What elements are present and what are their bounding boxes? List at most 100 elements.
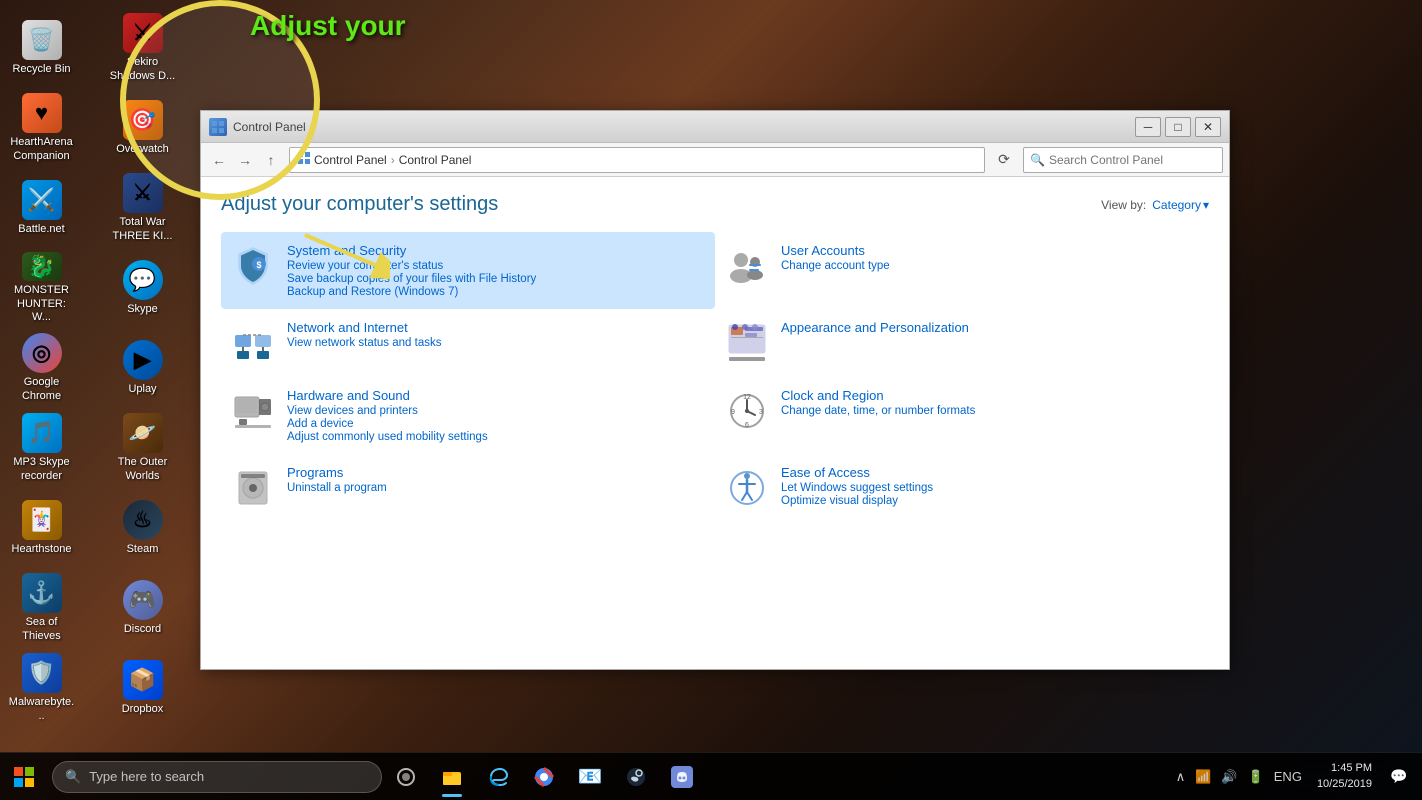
category-system-security[interactable]: $ System and Security Review your comput…	[221, 232, 715, 309]
category-ease-of-access[interactable]: Ease of Access Let Windows suggest setti…	[715, 454, 1209, 522]
cp-title-icon	[209, 118, 227, 136]
maximize-button[interactable]: □	[1165, 117, 1191, 137]
close-button[interactable]: ✕	[1195, 117, 1221, 137]
search-input[interactable]	[1049, 153, 1216, 167]
taskbar-clock[interactable]: 1:45 PM 10/25/2019	[1309, 761, 1380, 792]
network-icon	[229, 319, 277, 367]
back-button[interactable]: ←	[207, 148, 231, 172]
control-panel-window: Control Panel ─ □ ✕ ← → ↑	[200, 110, 1230, 670]
desktop-icon-mp3skype[interactable]: 🎵 MP3 Skype recorder	[4, 408, 79, 488]
desktop-icon-chrome[interactable]: ◎ Google Chrome	[4, 328, 79, 408]
annotation-text: Adjust your	[250, 10, 406, 42]
network-link-1[interactable]: View network status and tasks	[287, 337, 707, 349]
refresh-button[interactable]: ⟳	[991, 147, 1017, 173]
desktop-icon-sekiro[interactable]: ⚔ Sekiro Shadows D...	[105, 8, 180, 88]
volume-icon[interactable]: 🔊	[1218, 769, 1240, 785]
hardware-sound-title[interactable]: Hardware and Sound	[287, 388, 410, 403]
chrome-icon: ◎	[22, 333, 62, 373]
desktop-icon-sea-of-thieves[interactable]: ⚓ Sea of Thieves	[4, 568, 79, 648]
uplay-icon: ▶	[123, 340, 163, 380]
desktop-icon-recycle-bin[interactable]: 🗑️ Recycle Bin	[4, 8, 79, 88]
address-box[interactable]: Control Panel › Control Panel	[289, 147, 985, 173]
category-network-internet[interactable]: Network and Internet View network status…	[221, 309, 715, 377]
taskbar-search-icon: 🔍	[65, 769, 81, 785]
hearthstone-icon: 🃏	[22, 500, 62, 540]
forward-button[interactable]: →	[233, 148, 257, 172]
category-programs[interactable]: Programs Uninstall a program	[221, 454, 715, 522]
category-hardware-sound[interactable]: Hardware and Sound View devices and prin…	[221, 377, 715, 454]
network-internet-title[interactable]: Network and Internet	[287, 320, 408, 335]
cp-header-row: Adjust your computer's settings View by:…	[221, 193, 1209, 216]
taskbar: 🔍 Type here to search	[0, 752, 1422, 800]
clock-link-1[interactable]: Change date, time, or number formats	[781, 405, 1201, 417]
start-button[interactable]	[0, 753, 48, 800]
battery-icon[interactable]: 🔋	[1245, 769, 1267, 785]
desktop-icon-totalwar[interactable]: ⚔ Total War THREE KI...	[105, 168, 180, 248]
programs-link-1[interactable]: Uninstall a program	[287, 482, 707, 494]
skype-label: Skype	[127, 303, 158, 316]
user-accounts-link-1[interactable]: Change account type	[781, 260, 1201, 272]
clock-date: 10/25/2019	[1317, 777, 1372, 792]
taskbar-app-discord-tb[interactable]	[660, 755, 704, 799]
titlebar-left: Control Panel	[209, 118, 306, 136]
notification-button[interactable]: 💬	[1384, 755, 1414, 799]
monster-hunter-icon: 🐉	[22, 252, 62, 281]
user-accounts-title[interactable]: User Accounts	[781, 243, 865, 258]
appearance-title[interactable]: Appearance and Personalization	[781, 320, 969, 335]
minimize-button[interactable]: ─	[1135, 117, 1161, 137]
desktop-icon-discord[interactable]: 🎮 Discord	[105, 568, 180, 648]
cortana-button[interactable]	[386, 757, 426, 797]
network-icon-tray[interactable]: 📶	[1192, 769, 1214, 785]
taskbar-search-box[interactable]: 🔍 Type here to search	[52, 761, 382, 793]
taskbar-app-steam-tb[interactable]	[614, 755, 658, 799]
desktop-icon-battlenet[interactable]: ⚔️ Battle.net	[4, 168, 79, 248]
desktop-icon-uplay[interactable]: ▶ Uplay	[105, 328, 180, 408]
category-clock-region[interactable]: 12 3 6 9 Clock and Region Change date, t…	[715, 377, 1209, 454]
clock-region-title[interactable]: Clock and Region	[781, 388, 884, 403]
clock-time: 1:45 PM	[1331, 761, 1372, 776]
desktop-icon-monster-hunter[interactable]: 🐉 MONSTER HUNTER: W...	[4, 248, 79, 328]
taskbar-app-chrome[interactable]	[522, 755, 566, 799]
desktop-icon-hearthstone[interactable]: 🃏 Hearthstone	[4, 488, 79, 568]
totalwar-label: Total War THREE KI...	[109, 216, 176, 242]
search-box[interactable]: 🔍	[1023, 147, 1223, 173]
desktop-icon-malwarebytes[interactable]: 🛡️ Malwarebyte...	[4, 648, 79, 728]
discord-icon: 🎮	[123, 580, 163, 620]
desktop-icon-overwatch[interactable]: 🎯 Overwatch	[105, 88, 180, 168]
taskbar-app-file-explorer[interactable]	[430, 755, 474, 799]
ease-access-title[interactable]: Ease of Access	[781, 465, 870, 480]
system-security-text: System and Security Review your computer…	[287, 242, 707, 299]
hardware-link-1[interactable]: View devices and printers	[287, 405, 707, 417]
show-hidden-icons[interactable]: ∧	[1173, 769, 1189, 785]
ease-link-2[interactable]: Optimize visual display	[781, 495, 1201, 507]
system-security-link-1[interactable]: Review your computer's status	[287, 260, 707, 272]
language-indicator[interactable]: ENG	[1271, 769, 1305, 784]
up-button[interactable]: ↑	[259, 148, 283, 172]
svg-text:6: 6	[745, 422, 749, 429]
desktop-icon-dropbox[interactable]: 📦 Dropbox	[105, 648, 180, 728]
steam-icon: ♨	[123, 500, 163, 540]
chevron-down-icon: ▾	[1203, 198, 1209, 212]
category-user-accounts[interactable]: User Accounts Change account type	[715, 232, 1209, 309]
taskbar-app-edge[interactable]	[476, 755, 520, 799]
system-security-link-3[interactable]: Backup and Restore (Windows 7)	[287, 286, 707, 298]
hardware-link-2[interactable]: Add a device	[287, 418, 707, 430]
viewby-value[interactable]: Category ▾	[1152, 198, 1209, 212]
ease-link-1[interactable]: Let Windows suggest settings	[781, 482, 1201, 494]
desktop-icon-steam[interactable]: ♨ Steam	[105, 488, 180, 568]
desktop-icon-skype[interactable]: 💬 Skype	[105, 248, 180, 328]
system-security-title[interactable]: System and Security	[287, 243, 406, 258]
category-appearance[interactable]: Appearance and Personalization	[715, 309, 1209, 377]
hardware-link-3[interactable]: Adjust commonly used mobility settings	[287, 431, 707, 443]
desktop-icon-outer-worlds[interactable]: 🪐 The Outer Worlds	[105, 408, 180, 488]
totalwar-icon: ⚔	[123, 173, 163, 213]
taskbar-app-mail[interactable]: 📧	[568, 755, 612, 799]
desktop-icon-hearthstonearena[interactable]: ♥ HearthArena Companion	[4, 88, 79, 168]
hearthstonearena-icon: ♥	[22, 93, 62, 133]
recycle-bin-icon: 🗑️	[22, 20, 62, 60]
programs-title[interactable]: Programs	[287, 465, 343, 480]
svg-text:9: 9	[731, 409, 735, 416]
hearthstone-label: Hearthstone	[12, 543, 72, 556]
system-security-link-2[interactable]: Save backup copies of your files with Fi…	[287, 273, 707, 285]
steam-label: Steam	[127, 543, 159, 556]
